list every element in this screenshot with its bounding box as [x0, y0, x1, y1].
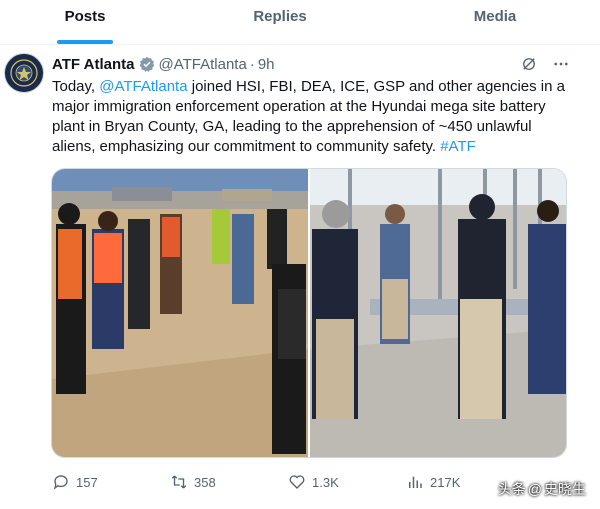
reply-count: 157	[76, 474, 98, 490]
tab-posts-label: Posts	[64, 8, 106, 25]
display-name[interactable]: ATF Atlanta	[52, 56, 135, 73]
profile-tabs: Posts Replies Media	[0, 0, 600, 45]
retweet-button[interactable]: 358	[170, 473, 288, 491]
media-photo-left[interactable]	[52, 169, 308, 457]
tweet-text-part: Today,	[52, 78, 100, 95]
more-icon[interactable]	[552, 55, 570, 73]
handle[interactable]: @ATFAtlanta	[159, 56, 247, 73]
like-button[interactable]: 1.3K	[288, 473, 406, 491]
separator-dot: ·	[249, 55, 255, 73]
tab-media[interactable]: Media	[390, 0, 600, 44]
tweet-header: ATF Atlanta @ATFAtlanta · 9h	[52, 54, 275, 74]
like-count: 1.3K	[312, 474, 339, 490]
grok-icon[interactable]	[520, 55, 538, 73]
hashtag-link[interactable]: #ATF	[440, 138, 476, 155]
verified-badge-icon	[139, 56, 154, 72]
tab-replies-label: Replies	[253, 8, 307, 25]
photo-agents-site	[310, 169, 566, 457]
atf-seal-icon	[6, 55, 42, 91]
retweet-count: 358	[194, 474, 216, 490]
view-count: 217K	[430, 474, 461, 490]
tab-replies[interactable]: Replies	[170, 0, 390, 44]
tweet-actions: 157 358 1.3K 217K	[52, 471, 572, 493]
avatar[interactable]	[4, 53, 44, 93]
views-icon	[409, 476, 422, 488]
tab-posts[interactable]: Posts	[0, 0, 170, 44]
mention-link[interactable]: @ATFAtlanta	[99, 78, 187, 95]
watermark: 头条 @ 史晓生	[498, 479, 586, 499]
timestamp[interactable]: 9h	[258, 56, 275, 73]
tweet-header-actions	[520, 55, 570, 73]
reply-button[interactable]: 157	[52, 473, 170, 491]
like-icon	[289, 475, 305, 489]
photo-workers-walking	[52, 169, 308, 457]
reply-icon	[53, 475, 68, 490]
retweet-icon	[171, 475, 187, 489]
watermark-author: 史晓生	[544, 481, 586, 497]
tweet[interactable]: ATF Atlanta @ATFAtlanta · 9h Today, @ATF…	[0, 45, 600, 509]
media-photo-right[interactable]	[310, 169, 566, 457]
tab-media-label: Media	[473, 8, 517, 25]
tweet-media[interactable]	[51, 168, 567, 458]
watermark-prefix: 头条	[497, 481, 526, 497]
watermark-at: @	[527, 481, 542, 497]
tweet-text: Today, @ATFAtlanta joined HSI, FBI, DEA,…	[52, 77, 572, 157]
